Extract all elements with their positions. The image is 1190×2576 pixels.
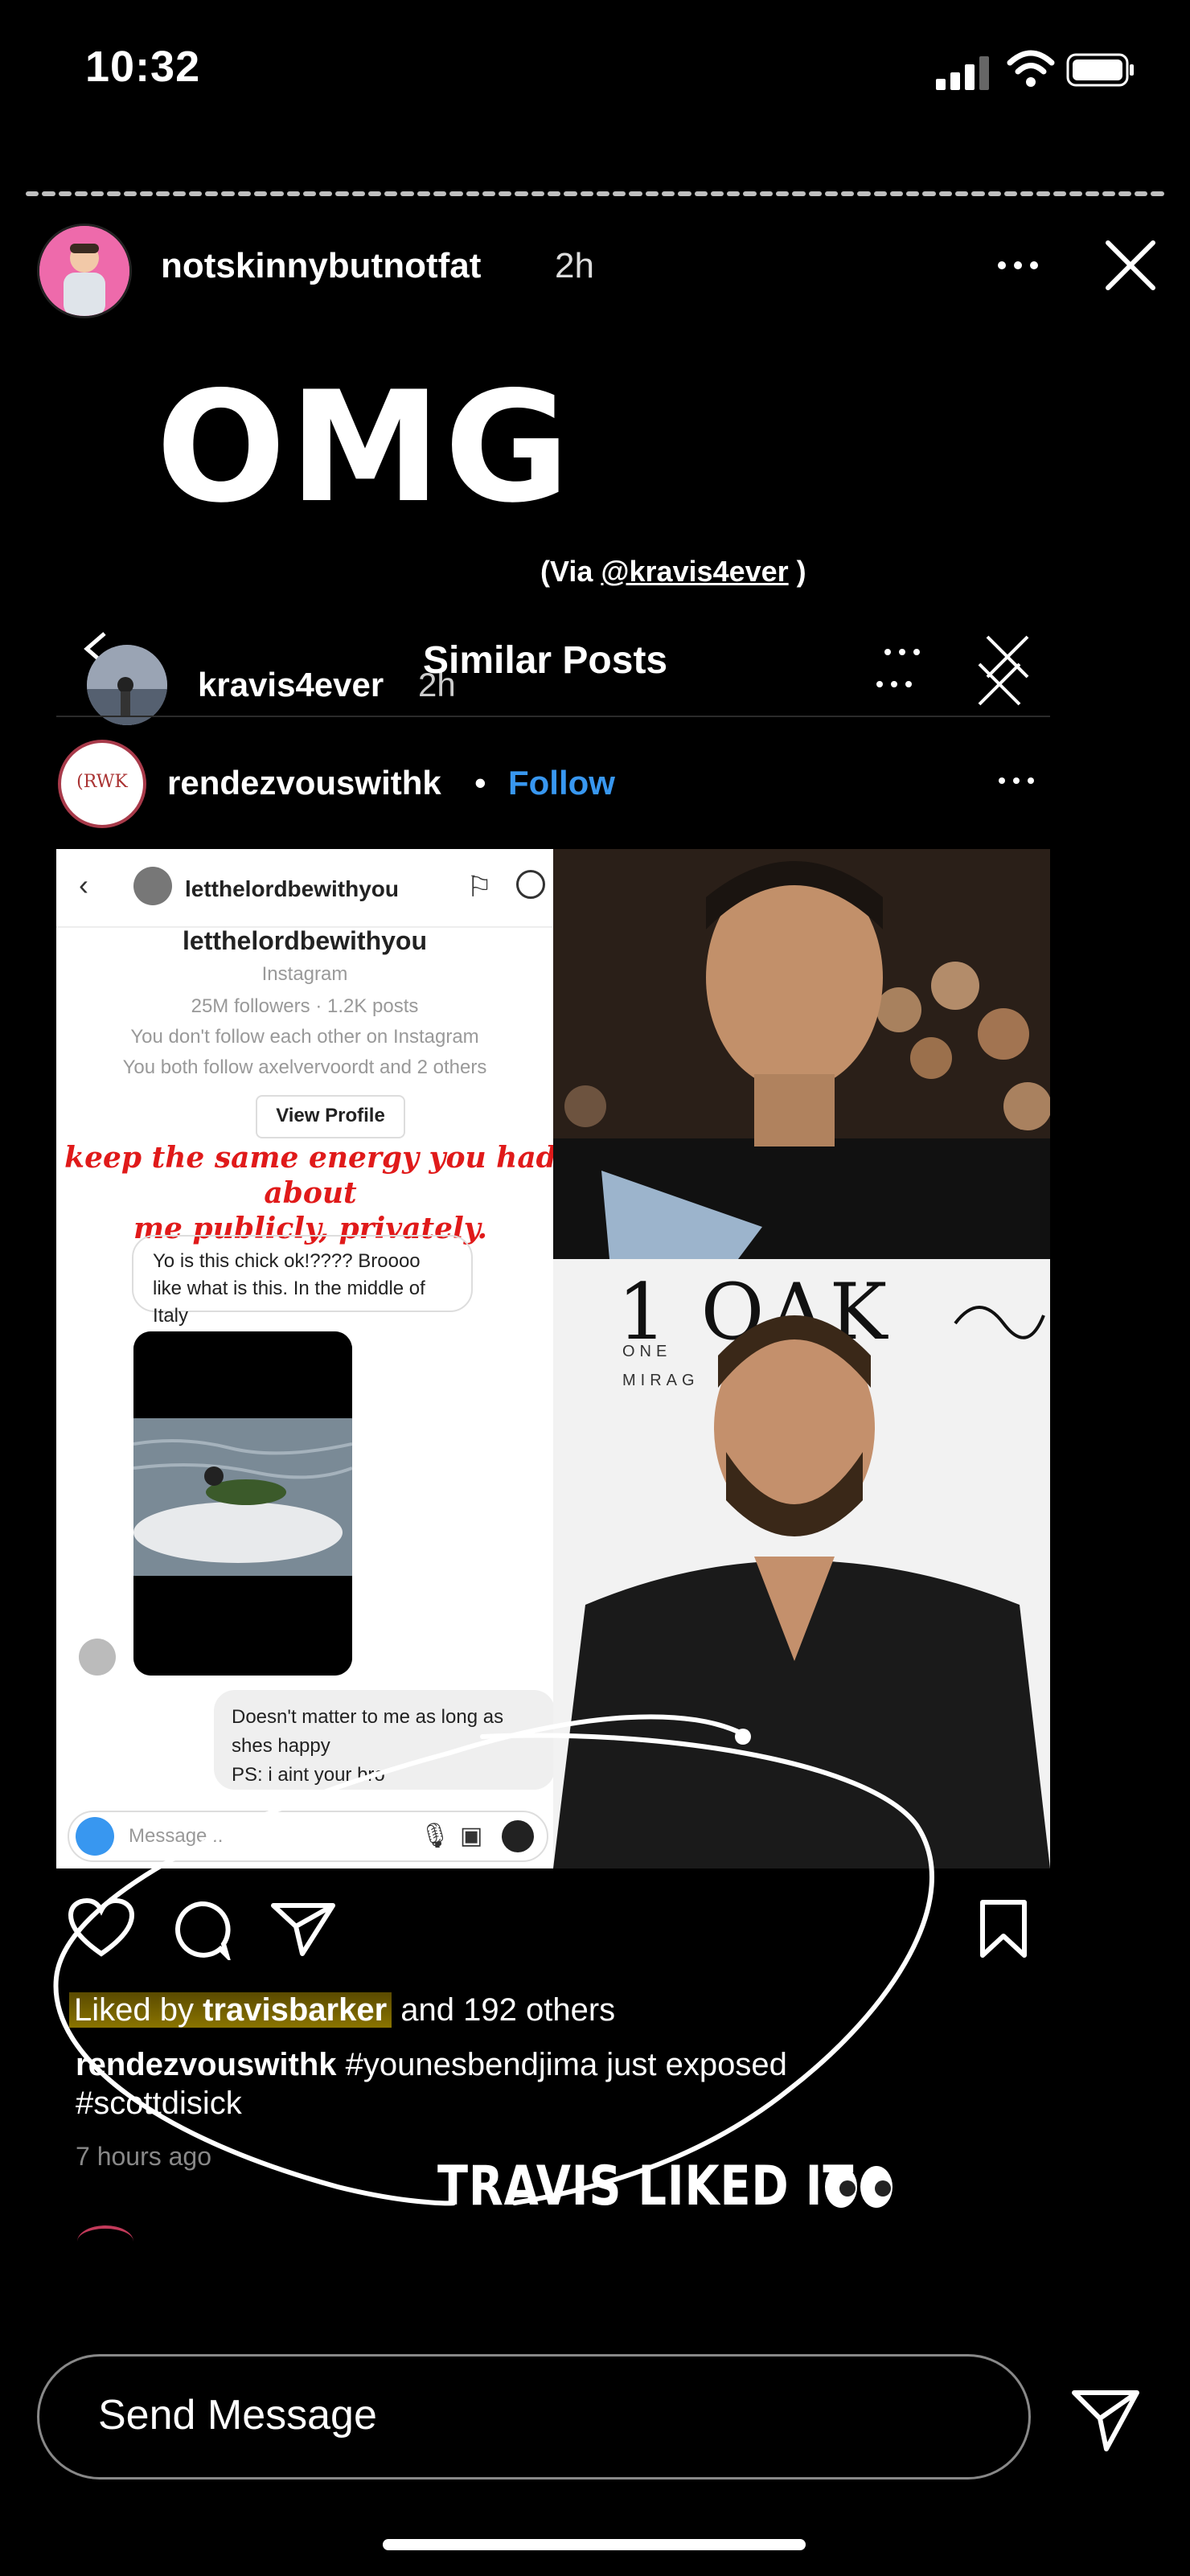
dm-screenshot: ‹ letthelordbewithyou ⚐ letthelordbewith… <box>56 849 556 1868</box>
embedded-more-icon-2 <box>876 681 912 687</box>
dm-video-attachment <box>133 1331 352 1676</box>
red-quote: keep the same energy you had about me pub… <box>64 1141 556 1245</box>
sticker-icon <box>502 1820 534 1852</box>
via-credit: (Via @kravis4ever ) <box>540 555 806 588</box>
battery-icon <box>1066 53 1134 87</box>
close-icon[interactable] <box>1102 236 1159 294</box>
embedded-more-icon <box>884 649 920 655</box>
next-post-avatar-edge <box>77 2225 133 2242</box>
liked-by-highlight: Liked by travisbarker <box>69 1992 392 2028</box>
bookmark-icon <box>980 1900 1027 1958</box>
wifi-icon <box>1007 50 1055 87</box>
via-handle[interactable]: @kravis4ever <box>601 555 788 588</box>
post-separator: • <box>474 764 486 802</box>
direct-send-icon[interactable] <box>1069 2385 1142 2457</box>
home-indicator[interactable] <box>383 2539 806 2550</box>
status-time: 10:32 <box>85 43 201 91</box>
photo-younes <box>553 849 1050 1259</box>
dm-input-placeholder: Message... <box>129 1825 224 1847</box>
share-icon <box>271 1903 335 1956</box>
dm-message-received: Yo is this chick ok!???? Broooo like wha… <box>132 1235 473 1327</box>
post-caption-line2: #scottdisick <box>76 2086 242 2121</box>
post-more-icon <box>999 777 1034 784</box>
similar-posts-title: Similar Posts <box>423 639 668 682</box>
more-icon[interactable] <box>994 241 1042 289</box>
embedded-close-icon-2 <box>978 662 1021 706</box>
post-caption: rendezvouswithk #younesbendjima just exp… <box>76 2047 787 2082</box>
photo-scott: 1 OAK ONE MIRAG <box>553 1259 1050 1868</box>
dm-profile-name: letthelordbewithyou <box>183 926 427 955</box>
dm-relation-1: You don't follow each other on Instagram <box>130 1026 479 1048</box>
dm-relation-2: You both follow axelvervoordt and 2 othe… <box>122 1056 487 1078</box>
post-avatar: (RWK <box>58 740 146 828</box>
post-time-ago: 7 hours ago <box>76 2142 212 2171</box>
embedded-avatar <box>87 645 167 725</box>
gallery-icon: ▣ <box>460 1823 483 1849</box>
signal-icon <box>936 56 989 90</box>
dm-title: letthelordbewithyou <box>185 876 399 901</box>
liked-by-text: Liked by travisbarker and 192 others <box>69 1992 615 2028</box>
follow-button: Follow <box>508 764 615 802</box>
story-avatar[interactable] <box>37 224 132 318</box>
story-username[interactable]: notskinnybutnotfat <box>161 246 481 286</box>
embedded-divider <box>56 716 1050 717</box>
eyes-emoji <box>825 2166 892 2208</box>
story-text-omg: OMG <box>156 359 573 536</box>
view-profile-button: View Profile <box>256 1095 405 1138</box>
post-username: rendezvouswithk <box>167 764 441 802</box>
embedded-username: kravis4ever <box>198 666 384 703</box>
camera-icon <box>76 1817 114 1856</box>
story-time: 2h <box>555 246 594 285</box>
dm-sender-avatar <box>79 1639 116 1676</box>
dm-message-sent: Doesn't matter to me as long as shes hap… <box>214 1690 555 1790</box>
post-image-collage: ‹ letthelordbewithyou ⚐ letthelordbewith… <box>56 849 1050 1868</box>
mic-icon: 🎙 <box>420 1823 451 1849</box>
dm-profile-subtitle: Instagram <box>261 963 348 985</box>
heart-icon <box>68 1897 135 1957</box>
annotation-text: TRAVIS LIKED IT <box>437 2155 855 2218</box>
dm-avatar <box>133 867 172 905</box>
flag-icon: ⚐ <box>466 870 493 903</box>
info-icon <box>516 870 545 899</box>
story-progress-bar <box>26 191 1164 196</box>
comment-icon <box>175 1901 231 1960</box>
dm-back-icon: ‹ <box>79 868 88 901</box>
send-message-placeholder: Send Message <box>98 2392 377 2439</box>
dm-profile-stats: 25M followers · 1.2K posts <box>191 995 419 1017</box>
